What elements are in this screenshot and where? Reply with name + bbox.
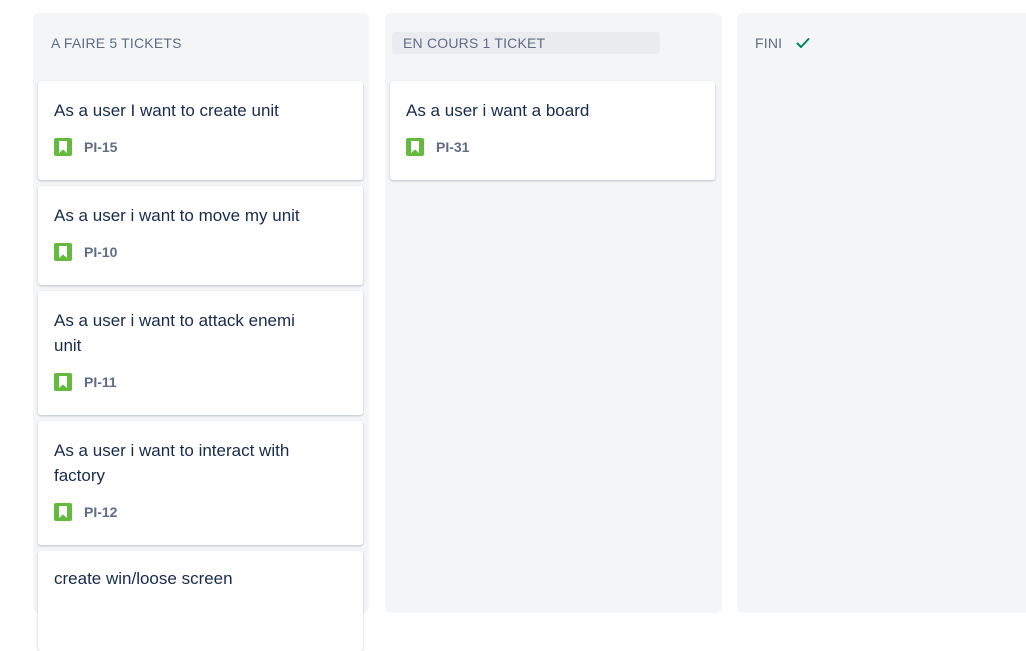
column-title: A FAIRE: [51, 35, 106, 51]
ticket-title: As a user i want to attack enemi unit: [54, 311, 295, 355]
bookmark-icon: [54, 503, 72, 521]
ticket-title: As a user i want to move my unit: [54, 206, 300, 225]
column-title: FINI: [755, 35, 783, 51]
ticket-title: create win/loose screen: [54, 569, 233, 588]
column-ticket-count: 1 TICKET: [482, 35, 546, 51]
bookmark-icon: [406, 138, 424, 156]
ticket-meta: PI-10: [54, 243, 117, 261]
ticket-meta: PI-15: [54, 138, 117, 156]
bookmark-icon: [54, 373, 72, 391]
ticket-key[interactable]: PI-15: [84, 139, 117, 155]
column-fini: FINI: [737, 13, 1026, 613]
check-icon: [796, 37, 810, 49]
ticket-key[interactable]: PI-11: [84, 374, 117, 390]
ticket-card[interactable]: As a user i want to attack enemi unit PI…: [38, 291, 363, 415]
ticket-key[interactable]: PI-12: [84, 504, 117, 520]
ticket-meta: PI-12: [54, 503, 117, 521]
ticket-card[interactable]: As a user i want to interact with factor…: [38, 421, 363, 545]
ticket-card[interactable]: As a user i want a board PI-31: [390, 81, 715, 180]
bookmark-icon: [54, 138, 72, 156]
column-title: EN COURS: [403, 35, 479, 51]
ticket-card[interactable]: As a user i want to move my unit PI-10: [38, 186, 363, 285]
ticket-meta: PI-31: [406, 138, 469, 156]
ticket-title: As a user I want to create unit: [54, 101, 279, 120]
column-ticket-count: 5 TICKETS: [109, 35, 182, 51]
ticket-meta: PI-11: [54, 373, 117, 391]
ticket-title: As a user i want a board: [406, 101, 590, 120]
column-header: EN COURS 1 TICKET: [392, 32, 660, 54]
column-en-cours: EN COURS 1 TICKET As a user i want a boa…: [385, 13, 722, 613]
column-a-faire: A FAIRE 5 TICKETS As a user I want to cr…: [33, 13, 369, 651]
bookmark-icon: [54, 243, 72, 261]
ticket-card[interactable]: create win/loose screen: [38, 551, 363, 651]
column-header: FINI: [755, 32, 1019, 54]
ticket-title: As a user i want to interact with factor…: [54, 441, 290, 485]
column-header: A FAIRE 5 TICKETS: [51, 32, 351, 54]
ticket-key[interactable]: PI-10: [84, 244, 117, 260]
ticket-card[interactable]: As a user I want to create unit PI-15: [38, 81, 363, 180]
ticket-key[interactable]: PI-31: [436, 139, 469, 155]
